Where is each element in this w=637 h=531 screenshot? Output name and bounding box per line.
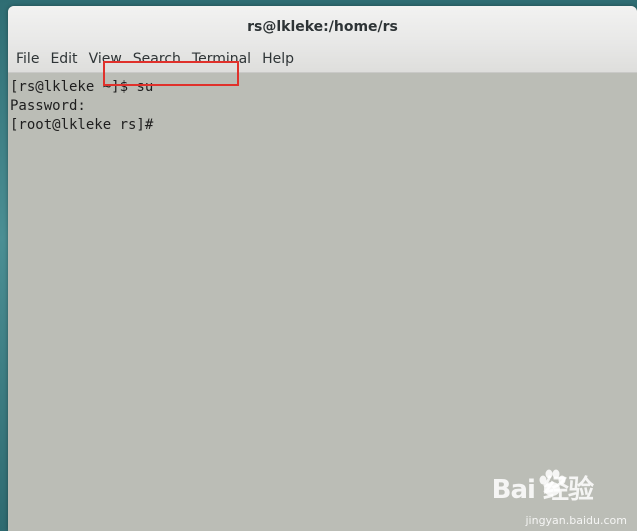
terminal-line-root-prompt: [root@lkleke rs]# bbox=[10, 117, 154, 133]
menu-edit[interactable]: Edit bbox=[42, 51, 77, 67]
annotation-highlight-box bbox=[103, 61, 239, 86]
terminal-line-password: Password: bbox=[10, 98, 86, 114]
menu-help[interactable]: Help bbox=[254, 51, 294, 67]
watermark-url: jingyan.baidu.com bbox=[525, 514, 627, 527]
menu-file[interactable]: File bbox=[8, 51, 39, 67]
terminal-output[interactable]: [rs@lkleke ~]$ su Password: [root@lkleke… bbox=[8, 73, 637, 531]
window-title: rs@lkleke:/home/rs bbox=[247, 19, 398, 35]
watermark-logo: Bai 经验 bbox=[491, 475, 594, 505]
baidu-watermark: Bai 经验 jingyan.baidu.com bbox=[481, 467, 631, 527]
